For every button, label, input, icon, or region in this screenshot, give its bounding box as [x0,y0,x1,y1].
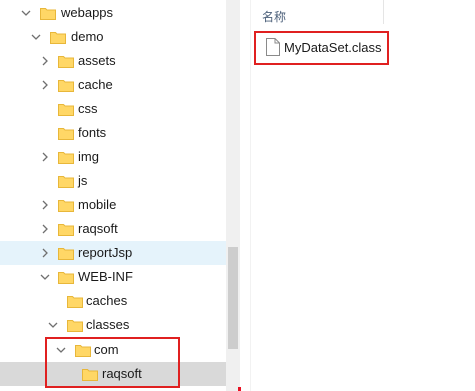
tree-item-label: css [78,101,98,116]
tree-item-caches[interactable]: caches [0,289,226,313]
tree-item-cache[interactable]: cache [0,73,226,97]
tree-item-mobile[interactable]: mobile [0,193,226,217]
folder-icon [50,32,66,44]
chevron-right-icon[interactable] [39,151,51,163]
chevron-right-icon[interactable] [39,247,51,259]
folder-icon [58,56,74,68]
folder-icon [58,200,74,212]
tree-item-css[interactable]: css [0,97,226,121]
tree-item-js[interactable]: js [0,169,226,193]
tree-item-label: assets [78,53,116,68]
tree-item-assets[interactable]: assets [0,49,226,73]
tree-item-label: mobile [78,197,117,212]
chevron-right-icon[interactable] [39,199,51,211]
tree-item-web-inf[interactable]: WEB-INF [0,265,226,289]
tree-item-classes[interactable]: classes [0,313,226,337]
folder-icon [58,152,74,164]
tree-item-fonts[interactable]: fonts [0,121,226,145]
column-separator[interactable] [383,0,384,24]
folder-icon [58,128,74,140]
scroll-marker [238,387,241,391]
folder-icon [58,176,74,188]
tree-item-label: demo [71,29,104,44]
chevron-right-icon[interactable] [39,55,51,67]
tree-item-img[interactable]: img [0,145,226,169]
pane-divider[interactable] [250,0,251,391]
folder-icon [40,8,56,20]
folder-icon [58,104,74,116]
tree-item-label: WEB-INF [78,269,133,284]
tree-item-label: webapps [61,5,114,20]
chevron-down-icon[interactable] [39,271,51,283]
highlight-box-com [45,337,180,388]
chevron-down-icon[interactable] [20,7,32,19]
folder-icon [58,248,74,260]
tree-item-raqsoft[interactable]: raqsoft [0,217,226,241]
chevron-down-icon[interactable] [30,31,42,43]
folder-icon [67,320,83,332]
folder-icon [67,296,83,308]
folder-icon [58,80,74,92]
tree-item-label: js [78,173,88,188]
column-header-name[interactable]: 名称 [262,8,286,25]
tree-scrollbar[interactable] [226,0,240,391]
tree-item-label: reportJsp [78,245,133,260]
tree-item-label: img [78,149,99,164]
file-name: MyDataSet.class [284,40,382,55]
folder-icon [58,272,74,284]
tree-item-label: caches [86,293,128,308]
chevron-right-icon[interactable] [39,223,51,235]
tree-item-reportjsp[interactable]: reportJsp [0,241,226,265]
tree-item-label: fonts [78,125,107,140]
tree-item-label: classes [86,317,130,332]
folder-icon [58,224,74,236]
tree-item-label: raqsoft [78,221,118,236]
file-icon [266,38,280,56]
chevron-down-icon[interactable] [47,319,59,331]
tree-item-demo[interactable]: demo [0,25,226,49]
folder-tree: webapps demo assets cache css fonts img … [0,0,226,391]
chevron-right-icon[interactable] [39,79,51,91]
scrollbar-thumb[interactable] [228,247,238,349]
file-item-mydataset[interactable]: MyDataSet.class [254,31,389,65]
tree-item-label: cache [78,77,113,92]
tree-item-webapps[interactable]: webapps [0,1,226,25]
